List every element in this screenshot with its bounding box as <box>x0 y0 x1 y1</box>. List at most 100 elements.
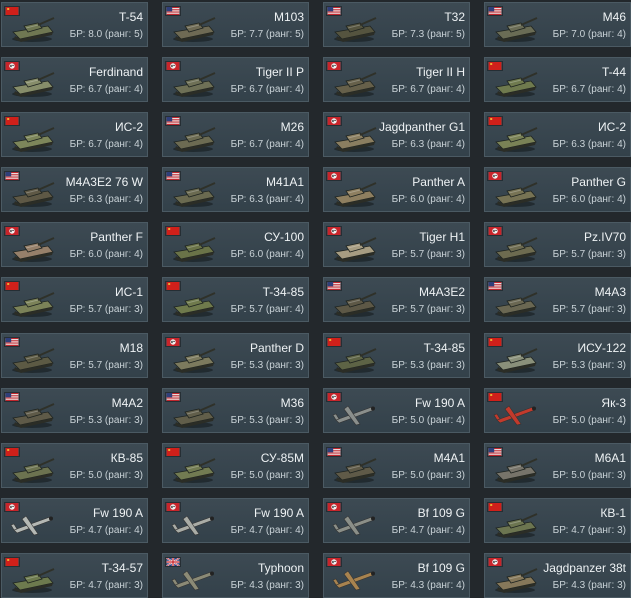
vehicle-card[interactable]: СУ-100 БР: 6.0 (ранг: 4) <box>162 222 309 268</box>
tank-icon <box>169 453 217 485</box>
vehicle-card[interactable]: Pz.IV70 БР: 5.7 (ранг: 3) <box>484 222 631 268</box>
vehicle-card[interactable]: Bf 109 G БР: 4.3 (ранг: 4) <box>323 552 470 598</box>
vehicle-card[interactable]: M4A3 БР: 5.7 (ранг: 3) <box>484 277 631 323</box>
plane-icon <box>169 508 217 540</box>
vehicle-battle-rating: БР: 4.3 (ранг: 3) <box>552 579 626 591</box>
vehicle-card[interactable]: M6A1 БР: 5.0 (ранг: 3) <box>484 442 631 488</box>
vehicle-battle-rating: БР: 7.3 (ранг: 5) <box>391 29 465 40</box>
tank-icon <box>8 122 56 154</box>
tank-icon <box>330 177 378 209</box>
vehicle-card[interactable]: M18 БР: 5.7 (ранг: 3) <box>1 332 148 378</box>
vehicle-battle-rating: БР: 5.0 (ранг: 3) <box>69 469 143 481</box>
vehicle-card[interactable]: Bf 109 G БР: 4.7 (ранг: 4) <box>323 497 470 543</box>
vehicle-name: M6A1 <box>594 450 626 465</box>
tank-icon <box>491 177 539 209</box>
vehicle-name: Bf 109 G <box>417 505 465 520</box>
vehicle-name: СУ-100 <box>264 230 304 245</box>
vehicle-name: Panther A <box>412 175 465 190</box>
vehicle-card[interactable]: T-34-85 БР: 5.7 (ранг: 4) <box>162 277 309 323</box>
vehicle-battle-rating: БР: 5.0 (ранг: 3) <box>391 469 465 481</box>
vehicle-card[interactable]: T-34-57 БР: 4.7 (ранг: 3) <box>1 552 148 598</box>
vehicle-name: M41A1 <box>265 175 304 190</box>
vehicle-card[interactable]: M36 БР: 5.3 (ранг: 3) <box>162 387 309 433</box>
vehicle-card[interactable]: T32 БР: 7.3 (ранг: 5) <box>323 2 470 47</box>
vehicle-card[interactable]: ИС-1 БР: 5.7 (ранг: 3) <box>1 277 148 323</box>
tank-icon <box>169 343 217 375</box>
vehicle-card[interactable]: ИС-2 БР: 6.7 (ранг: 4) <box>1 112 148 158</box>
vehicle-grid: T-54 БР: 8.0 (ранг: 5) M103 БР: 7.7 (ран… <box>0 0 631 598</box>
vehicle-name: M26 <box>280 120 304 135</box>
vehicle-battle-rating: БР: 7.0 (ранг: 4) <box>552 29 626 40</box>
vehicle-card[interactable]: ИС-2 БР: 6.3 (ранг: 4) <box>484 112 631 158</box>
tank-icon <box>491 453 539 485</box>
vehicle-card[interactable]: Panther G БР: 6.0 (ранг: 4) <box>484 167 631 213</box>
plane-icon <box>491 398 539 430</box>
vehicle-name: ИС-1 <box>115 285 143 300</box>
vehicle-battle-rating: БР: 7.7 (ранг: 5) <box>230 29 304 40</box>
vehicle-name: Panther G <box>571 175 626 190</box>
vehicle-battle-rating: БР: 6.3 (ранг: 4) <box>69 194 143 206</box>
vehicle-battle-rating: БР: 5.0 (ранг: 3) <box>552 469 626 481</box>
vehicle-name: КВ-85 <box>110 450 143 465</box>
vehicle-name: Ferdinand <box>88 65 143 80</box>
vehicle-name: Jagdpanzer 38t <box>543 560 626 575</box>
tank-icon <box>169 232 217 264</box>
vehicle-card[interactable]: M4A1 БР: 5.0 (ранг: 3) <box>323 442 470 488</box>
vehicle-card[interactable]: Panther F БР: 6.0 (ранг: 4) <box>1 222 148 268</box>
vehicle-card[interactable]: Tiger II P БР: 6.7 (ранг: 4) <box>162 57 309 103</box>
vehicle-card[interactable]: M4A3E2 76 W БР: 6.3 (ранг: 4) <box>1 167 148 213</box>
vehicle-card[interactable]: Jagdpanzer 38t БР: 4.3 (ранг: 3) <box>484 552 631 598</box>
plane-icon <box>330 398 378 430</box>
tank-icon <box>169 12 217 44</box>
vehicle-card[interactable]: T-44 БР: 6.7 (ранг: 4) <box>484 57 631 103</box>
vehicle-card[interactable]: ИСУ-122 БР: 5.3 (ранг: 3) <box>484 332 631 378</box>
tank-icon <box>8 177 56 209</box>
vehicle-battle-rating: БР: 6.7 (ранг: 4) <box>552 84 626 96</box>
vehicle-card[interactable]: Fw 190 A БР: 5.0 (ранг: 4) <box>323 387 470 433</box>
vehicle-name: M36 <box>280 395 304 410</box>
vehicle-card[interactable]: Fw 190 A БР: 4.7 (ранг: 4) <box>1 497 148 543</box>
tank-icon <box>491 563 539 595</box>
vehicle-card[interactable]: M46 БР: 7.0 (ранг: 4) <box>484 2 631 47</box>
tank-icon <box>8 563 56 595</box>
vehicle-card[interactable]: M4A2 БР: 5.3 (ранг: 3) <box>1 387 148 433</box>
vehicle-card[interactable]: КВ-85 БР: 5.0 (ранг: 3) <box>1 442 148 488</box>
vehicle-card[interactable]: Panther A БР: 6.0 (ранг: 4) <box>323 167 470 213</box>
vehicle-card[interactable]: M103 БР: 7.7 (ранг: 5) <box>162 2 309 47</box>
vehicle-card[interactable]: Panther D БР: 5.3 (ранг: 3) <box>162 332 309 378</box>
tank-icon <box>330 287 378 319</box>
vehicle-card[interactable]: Як-3 БР: 5.0 (ранг: 4) <box>484 387 631 433</box>
tank-icon <box>491 122 539 154</box>
tank-icon <box>169 67 217 99</box>
tank-icon <box>169 177 217 209</box>
vehicle-card[interactable]: Tiger H1 БР: 5.7 (ранг: 3) <box>323 222 470 268</box>
vehicle-card[interactable]: СУ-85М БР: 5.0 (ранг: 3) <box>162 442 309 488</box>
vehicle-card[interactable]: Fw 190 A БР: 4.7 (ранг: 4) <box>162 497 309 543</box>
vehicle-battle-rating: БР: 5.0 (ранг: 4) <box>391 414 465 426</box>
vehicle-name: M103 <box>273 10 304 24</box>
vehicle-name: M46 <box>602 10 626 24</box>
tank-icon <box>330 67 378 99</box>
vehicle-card[interactable]: M41A1 БР: 6.3 (ранг: 4) <box>162 167 309 213</box>
tank-icon <box>330 232 378 264</box>
vehicle-card[interactable]: Jagdpanther G1 БР: 6.3 (ранг: 4) <box>323 112 470 158</box>
vehicle-name: КВ-1 <box>600 505 626 520</box>
tank-icon <box>491 232 539 264</box>
vehicle-name: M4A2 <box>111 395 143 410</box>
vehicle-name: Panther D <box>249 340 304 355</box>
vehicle-card[interactable]: Tiger II H БР: 6.7 (ранг: 4) <box>323 57 470 103</box>
vehicle-battle-rating: БР: 5.7 (ранг: 4) <box>230 304 304 316</box>
vehicle-name: Fw 190 A <box>92 505 143 520</box>
vehicle-card[interactable]: КВ-1 БР: 4.7 (ранг: 3) <box>484 497 631 543</box>
vehicle-card[interactable]: Typhoon БР: 4.3 (ранг: 3) <box>162 552 309 598</box>
vehicle-card[interactable]: T-34-85 БР: 5.3 (ранг: 3) <box>323 332 470 378</box>
vehicle-card[interactable]: M4A3E2 БР: 5.7 (ранг: 3) <box>323 277 470 323</box>
vehicle-battle-rating: БР: 8.0 (ранг: 5) <box>69 29 143 40</box>
vehicle-card[interactable]: Ferdinand БР: 6.7 (ранг: 4) <box>1 57 148 103</box>
tank-icon <box>330 122 378 154</box>
vehicle-card[interactable]: M26 БР: 6.7 (ранг: 4) <box>162 112 309 158</box>
vehicle-card[interactable]: T-54 БР: 8.0 (ранг: 5) <box>1 2 148 47</box>
vehicle-name: Panther F <box>90 230 143 245</box>
vehicle-battle-rating: БР: 4.7 (ранг: 4) <box>391 524 465 536</box>
vehicle-name: M18 <box>119 340 143 355</box>
